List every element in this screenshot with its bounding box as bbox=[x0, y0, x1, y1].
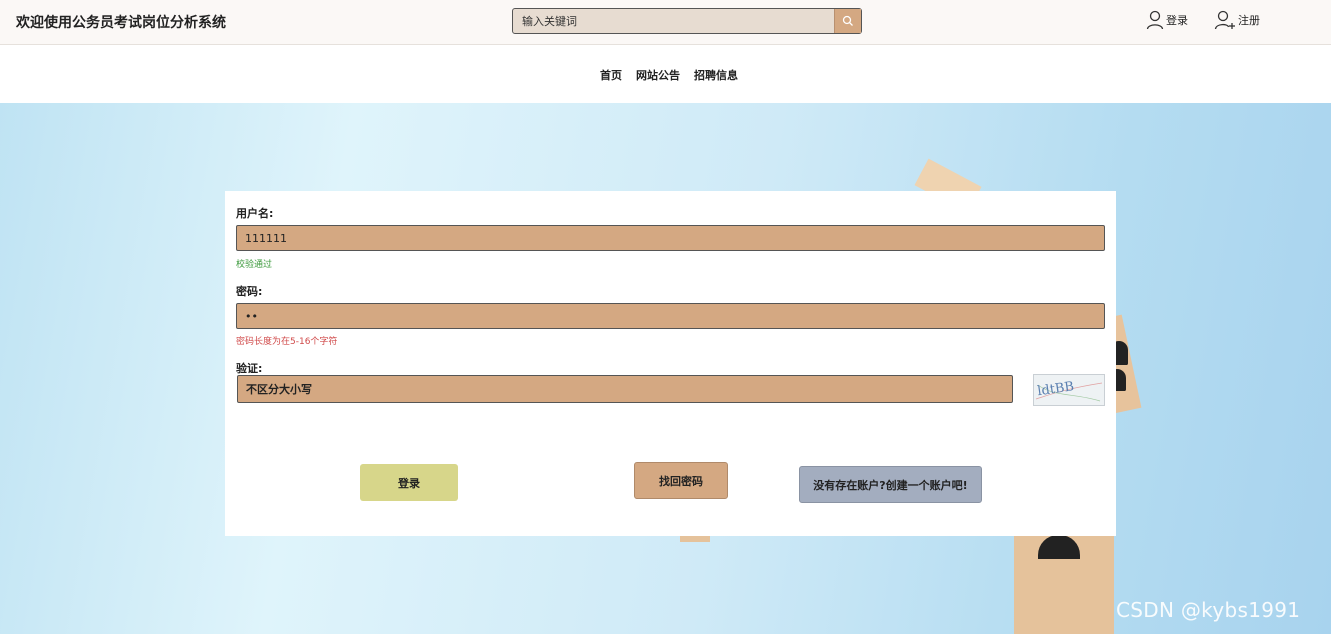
login-form: 用户名: 校验通过 密码: 密码长度为在5-16个字符 验证: ldtBB 登录… bbox=[225, 191, 1116, 536]
nav-item-jobs[interactable]: 招聘信息 bbox=[694, 67, 738, 83]
login-button[interactable]: 登录 bbox=[360, 464, 458, 501]
nav-item-home[interactable]: 首页 bbox=[600, 67, 622, 83]
captcha-text: ldtBB bbox=[1036, 379, 1075, 399]
username-hint: 校验通过 bbox=[236, 260, 273, 270]
login-label: 登录 bbox=[1166, 14, 1188, 27]
login-link[interactable]: 登录 bbox=[1146, 10, 1188, 30]
create-account-button[interactable]: 没有存在账户?创建一个账户吧! bbox=[799, 466, 982, 503]
search-icon bbox=[842, 15, 853, 26]
search-button[interactable] bbox=[834, 9, 861, 33]
watermark: CSDN @kybs1991 bbox=[1116, 598, 1301, 622]
search-input[interactable] bbox=[513, 9, 835, 33]
password-label: 密码: bbox=[236, 285, 263, 298]
add-user-icon bbox=[1214, 10, 1235, 30]
username-label: 用户名: bbox=[236, 207, 274, 220]
password-hint: 密码长度为在5-16个字符 bbox=[236, 337, 338, 347]
search-bar bbox=[512, 8, 862, 34]
nav-item-announcements[interactable]: 网站公告 bbox=[636, 67, 680, 83]
captcha-input[interactable] bbox=[237, 375, 1013, 403]
forgot-password-button[interactable]: 找回密码 bbox=[634, 462, 728, 499]
username-input[interactable] bbox=[236, 225, 1105, 251]
site-title: 欢迎使用公务员考试岗位分析系统 bbox=[16, 15, 226, 31]
top-header: 欢迎使用公务员考试岗位分析系统 登录 注册 bbox=[0, 0, 1331, 45]
captcha-label: 验证: bbox=[236, 362, 263, 375]
password-input[interactable] bbox=[236, 303, 1105, 329]
captcha-image[interactable]: ldtBB bbox=[1033, 374, 1105, 406]
user-icon bbox=[1146, 10, 1164, 30]
main-nav: 首页 网站公告 招聘信息 bbox=[0, 45, 1331, 103]
register-link[interactable]: 注册 bbox=[1214, 10, 1260, 30]
register-label: 注册 bbox=[1238, 14, 1260, 27]
